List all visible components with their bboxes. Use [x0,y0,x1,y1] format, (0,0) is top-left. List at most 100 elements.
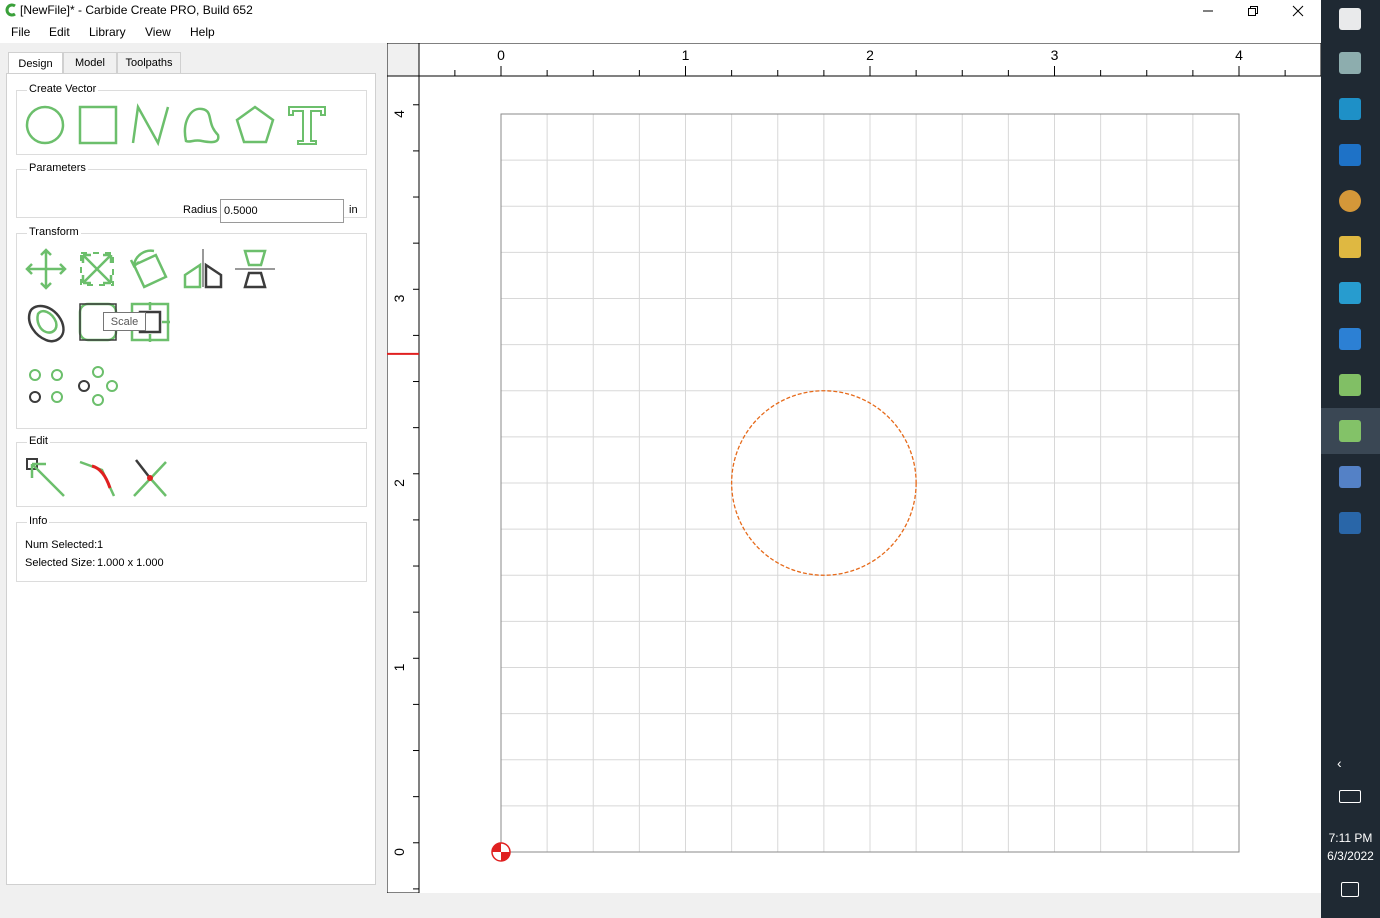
x-ruler-label: 0 [497,47,505,63]
design-panel: Design Model Toolpaths Create Vector Par… [6,52,376,885]
selected-size-label: Selected Size: [25,557,96,569]
num-selected-label: Num Selected: [25,539,98,551]
network-app-icon-glyph [1339,52,1361,74]
create-vector-group: Create Vector [16,83,367,155]
menu-view[interactable]: View [145,25,171,39]
circle-tool-button[interactable] [23,103,67,147]
scale-tooltip: Scale [103,312,146,331]
y-ruler-label: 3 [391,294,407,302]
polyline-icon [131,103,170,147]
text-tool-button[interactable] [285,103,329,147]
radius-unit-label: in [349,204,358,216]
group-title-parameters: Parameters [27,162,88,174]
y-ruler-label: 1 [391,663,407,671]
show-hidden-icons-icon[interactable]: ‹ [1337,755,1349,771]
clock-time[interactable]: 7:11 PM [1321,831,1380,845]
app-window: [NewFile]* - Carbide Create PRO, Build 6… [0,0,1321,918]
notification-center-icon[interactable] [1341,882,1359,897]
menu-edit[interactable]: Edit [49,25,70,39]
tab-toolpaths[interactable]: Toolpaths [117,52,181,73]
bc-app-icon-glyph [1339,512,1361,534]
radius-input[interactable] [220,199,344,223]
title-bar: [NewFile]* - Carbide Create PRO, Build 6… [0,0,1321,21]
left-ruler [387,43,420,893]
info-group: Info Num Selected: 1 Selected Size: 1.00… [16,515,367,582]
rotate-tool-button[interactable] [128,247,172,291]
affinity-designer-icon-glyph [1339,328,1361,350]
polyline-tool-button[interactable] [128,103,172,147]
close-icon [1292,5,1303,16]
circular-array-tool-button[interactable] [76,364,120,408]
group-title-transform: Transform [27,226,81,238]
join-icon [133,459,167,497]
array-tool-button[interactable] [24,364,68,408]
app-icon[interactable] [1338,281,1362,305]
radius-label: Radius [183,204,218,216]
edit-group: Edit [16,435,367,507]
y-ruler-label: 2 [391,479,407,487]
onenote-icon[interactable] [1338,97,1362,121]
align-icon [235,249,275,289]
circular-array-icon [78,366,118,406]
trim-tool-button[interactable] [76,456,120,500]
windows-icon[interactable] [1338,7,1362,31]
file-explorer-icon[interactable] [1338,235,1362,259]
menu-bar: File Edit Library View Help [0,21,1321,43]
clock-date[interactable]: 6/3/2022 [1321,849,1380,863]
text-icon [288,106,326,145]
scale-tool-button[interactable] [76,247,120,291]
chrome-icon[interactable] [1338,189,1362,213]
app-icon-glyph [1339,282,1361,304]
offset-icon [27,304,65,343]
globe-app-icon[interactable] [1338,465,1362,489]
curve-tool-button[interactable] [180,103,224,147]
file-explorer-icon-glyph [1339,236,1361,258]
design-canvas[interactable]: 0 1 2 3 4 0 1 2 3 4 [387,43,1321,893]
menu-file[interactable]: File [11,25,30,39]
x-ruler-label: 3 [1051,47,1059,63]
carbide-logo-icon [5,3,16,17]
move-tool-button[interactable] [24,247,68,291]
minimize-button[interactable] [1185,0,1230,21]
affinity-designer-icon[interactable] [1338,327,1362,351]
y-ruler-label: 4 [391,110,407,118]
tab-model[interactable]: Model [63,52,117,73]
trim-icon [79,460,116,497]
carbide-create-active-icon[interactable] [1321,408,1380,454]
polygon-tool-button[interactable] [233,103,277,147]
carbide-create-icon[interactable] [1338,373,1362,397]
move-icon [25,248,67,290]
network-app-icon[interactable] [1338,51,1362,75]
polygon-icon [235,105,275,144]
circle-icon [25,105,65,145]
num-selected-value: 1 [97,539,104,551]
canvas-drawing[interactable]: 0 1 2 3 4 0 1 2 3 4 [387,43,1321,893]
edge-icon[interactable] [1338,143,1362,167]
offset-tool-button[interactable] [24,300,68,344]
x-ruler-label: 1 [682,47,690,63]
windows-icon-glyph [1339,8,1361,30]
chrome-icon-glyph [1339,190,1361,212]
group-title-info: Info [27,515,50,527]
transform-group: Transform [16,226,367,429]
globe-app-icon-glyph [1339,466,1361,488]
restore-button[interactable] [1230,0,1275,21]
rectangle-tool-button[interactable] [76,103,120,147]
close-button[interactable] [1275,0,1320,21]
touch-keyboard-icon[interactable] [1339,790,1361,803]
rectangle-icon [78,105,118,145]
tab-design[interactable]: Design [8,52,63,74]
group-title-create-vector: Create Vector [27,83,99,95]
mirror-tool-button[interactable] [181,247,225,291]
y-ruler-label: 0 [391,848,407,856]
align-tool-button[interactable] [233,247,277,291]
node-edit-tool-button[interactable] [24,456,68,500]
menu-help[interactable]: Help [190,25,215,39]
window-title: [NewFile]* - Carbide Create PRO, Build 6… [20,3,253,17]
carbide-create-icon-glyph [1339,374,1361,396]
join-tool-button[interactable] [128,456,172,500]
ruler-corner [387,43,420,77]
mirror-icon [183,249,223,289]
menu-library[interactable]: Library [89,25,126,39]
bc-app-icon[interactable] [1338,511,1362,535]
